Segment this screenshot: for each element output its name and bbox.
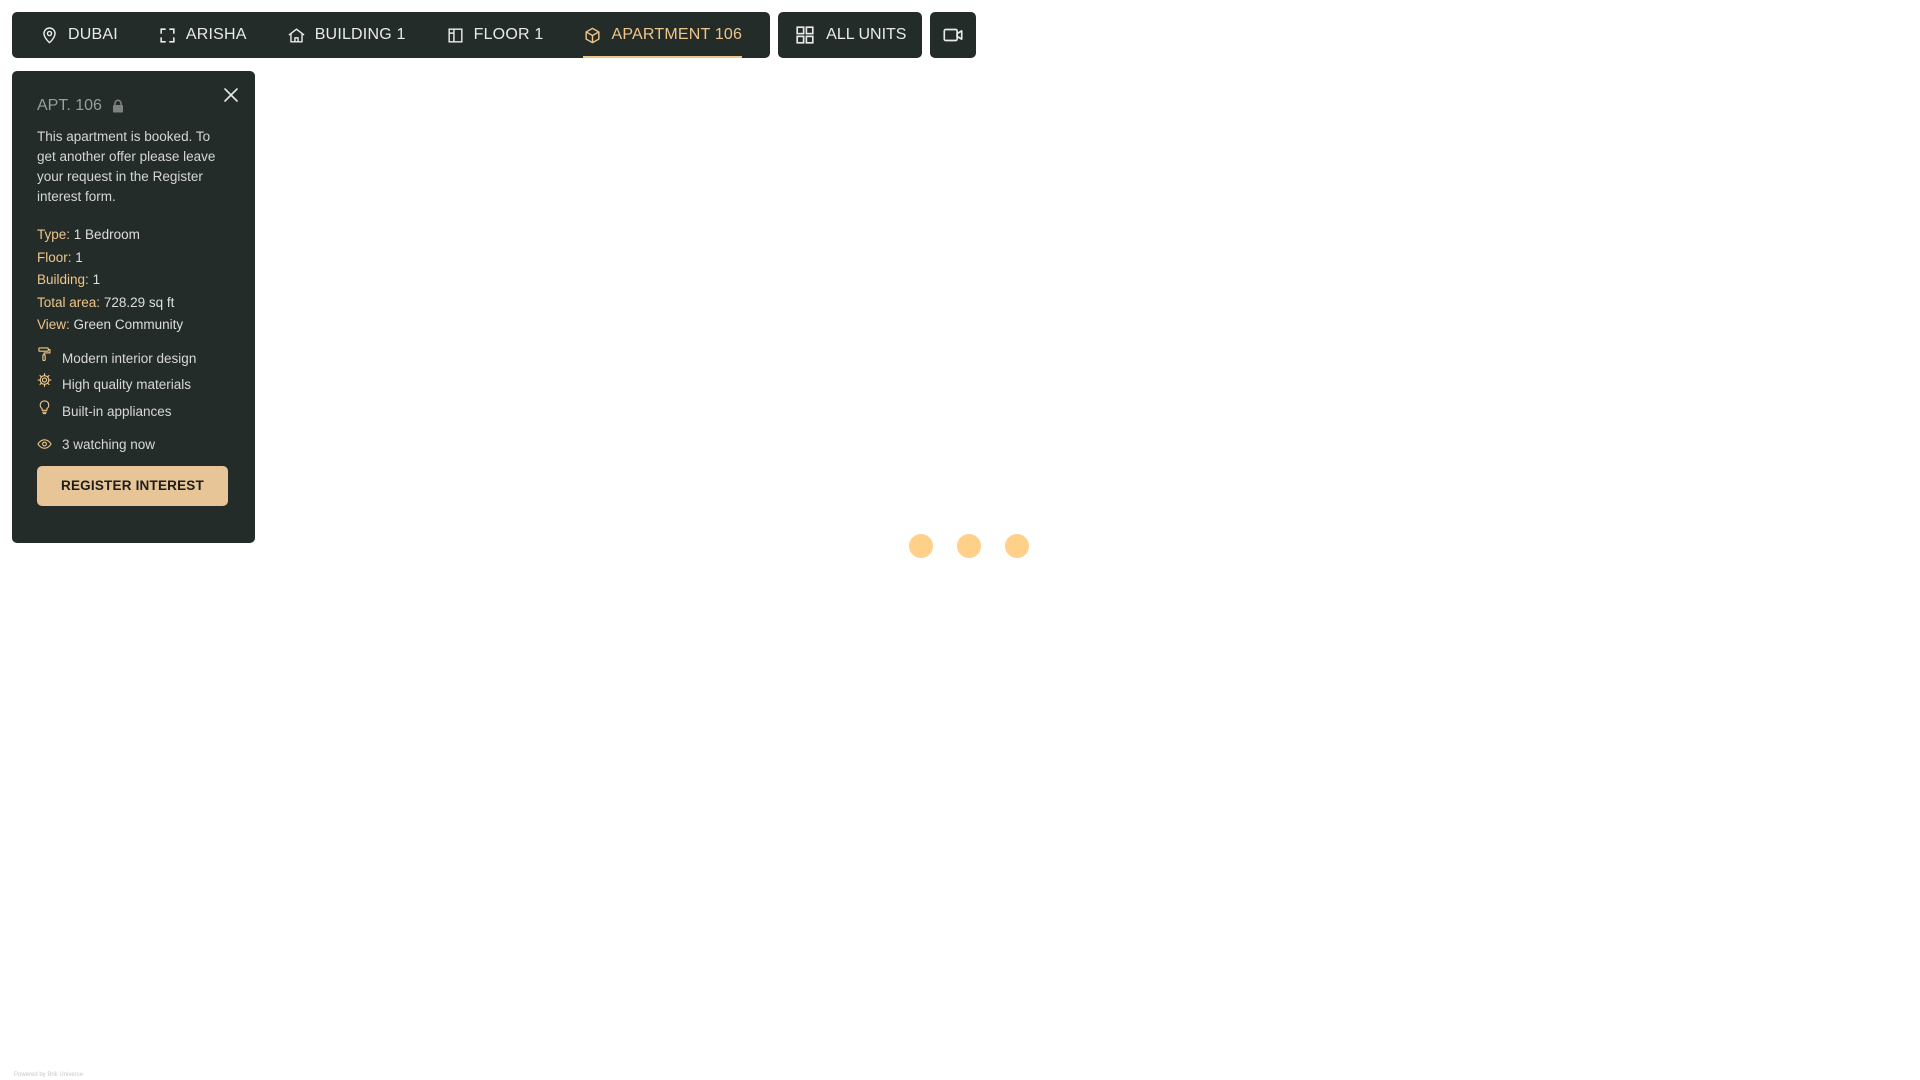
- breadcrumb-arisha[interactable]: ARISHA: [138, 12, 267, 58]
- feature-label: High quality materials: [62, 377, 192, 392]
- apartment-name: APT. 106: [37, 97, 102, 114]
- spec-label: Type:: [37, 227, 71, 242]
- close-icon[interactable]: [221, 85, 241, 105]
- spec-view: View: Green Community: [37, 314, 230, 337]
- spec-value: 1: [92, 272, 101, 287]
- video-button[interactable]: [930, 12, 977, 58]
- grid-icon: [796, 26, 814, 44]
- spec-label: Floor:: [37, 249, 72, 265]
- all-units-button[interactable]: ALL UNITS: [778, 12, 923, 58]
- spec-type: Type: 1 Bedroom: [37, 224, 230, 247]
- breadcrumb-apartment[interactable]: APARTMENT 106: [563, 12, 762, 58]
- feature-label: Built-in appliances: [62, 403, 172, 419]
- breadcrumb-label: BUILDING 1: [314, 26, 406, 43]
- floor-plan-icon: [448, 27, 463, 43]
- breadcrumb-building[interactable]: BUILDING 1: [267, 12, 426, 58]
- feature-item: Built-in appliances: [37, 399, 230, 421]
- booking-description: This apartment is booked. To get another…: [37, 129, 216, 204]
- lightbulb-icon: [39, 399, 50, 414]
- loading-indicator: [909, 534, 1029, 558]
- lock-icon: [112, 99, 123, 113]
- watching-indicator: 3 watching now: [37, 437, 230, 452]
- loader-dot: [909, 534, 933, 558]
- spec-label: View:: [37, 317, 70, 332]
- all-units-label: ALL UNITS: [826, 26, 907, 43]
- powered-by-note: Powered by Brik Universe: [14, 1072, 84, 1078]
- video-camera-icon: [943, 28, 964, 42]
- feature-item: High quality materials: [37, 373, 230, 394]
- spec-total-area: Total area: 728.29 sq ft: [37, 292, 230, 315]
- cube-icon: [585, 27, 601, 43]
- apartment-specs: Type: 1 Bedroom Floor: 1 Building: 1 Tot…: [37, 224, 230, 337]
- watching-count: 3 watching now: [62, 436, 156, 452]
- apartment-title: APT. 106: [37, 97, 230, 115]
- paint-roller-icon: [38, 346, 51, 361]
- spec-value: 728.29 sq ft: [103, 294, 175, 310]
- breadcrumb-dubai[interactable]: DUBAI: [20, 12, 138, 58]
- feature-item: Modern interior design: [37, 346, 230, 368]
- spec-label: Building:: [37, 272, 89, 287]
- breadcrumb-floor[interactable]: FLOOR 1: [426, 12, 564, 58]
- spec-floor: Floor: 1: [37, 247, 230, 270]
- breadcrumb-label: FLOOR 1: [473, 26, 544, 43]
- eye-icon: [37, 439, 52, 449]
- spec-building: Building: 1: [37, 269, 230, 292]
- map-pin-icon: [43, 26, 56, 43]
- top-navigation: DUBAI ARISHA BUILDING 1 FLOOR 1 APARTMEN…: [12, 12, 977, 58]
- feature-label: Modern interior design: [62, 350, 197, 366]
- spec-value: 1 Bedroom: [73, 227, 140, 242]
- spec-value: Green Community: [73, 317, 184, 332]
- loader-dot: [957, 534, 981, 558]
- feature-list: Modern interior design High quality mate…: [37, 346, 230, 421]
- spec-label: Total area:: [37, 294, 101, 310]
- breadcrumb-label: ARISHA: [185, 26, 247, 43]
- expand-frame-icon: [160, 27, 175, 43]
- breadcrumb: DUBAI ARISHA BUILDING 1 FLOOR 1 APARTMEN…: [12, 12, 771, 58]
- gear-icon: [37, 373, 52, 387]
- loader-dot: [1005, 534, 1029, 558]
- breadcrumb-label: APARTMENT 106: [611, 26, 743, 43]
- register-interest-button[interactable]: REGISTER INTEREST: [37, 465, 228, 506]
- breadcrumb-label: DUBAI: [68, 26, 118, 43]
- apartment-info-panel: APT. 106 This apartment is booked. To ge…: [12, 71, 255, 543]
- home-icon: [288, 27, 305, 43]
- spec-value: 1: [75, 249, 83, 265]
